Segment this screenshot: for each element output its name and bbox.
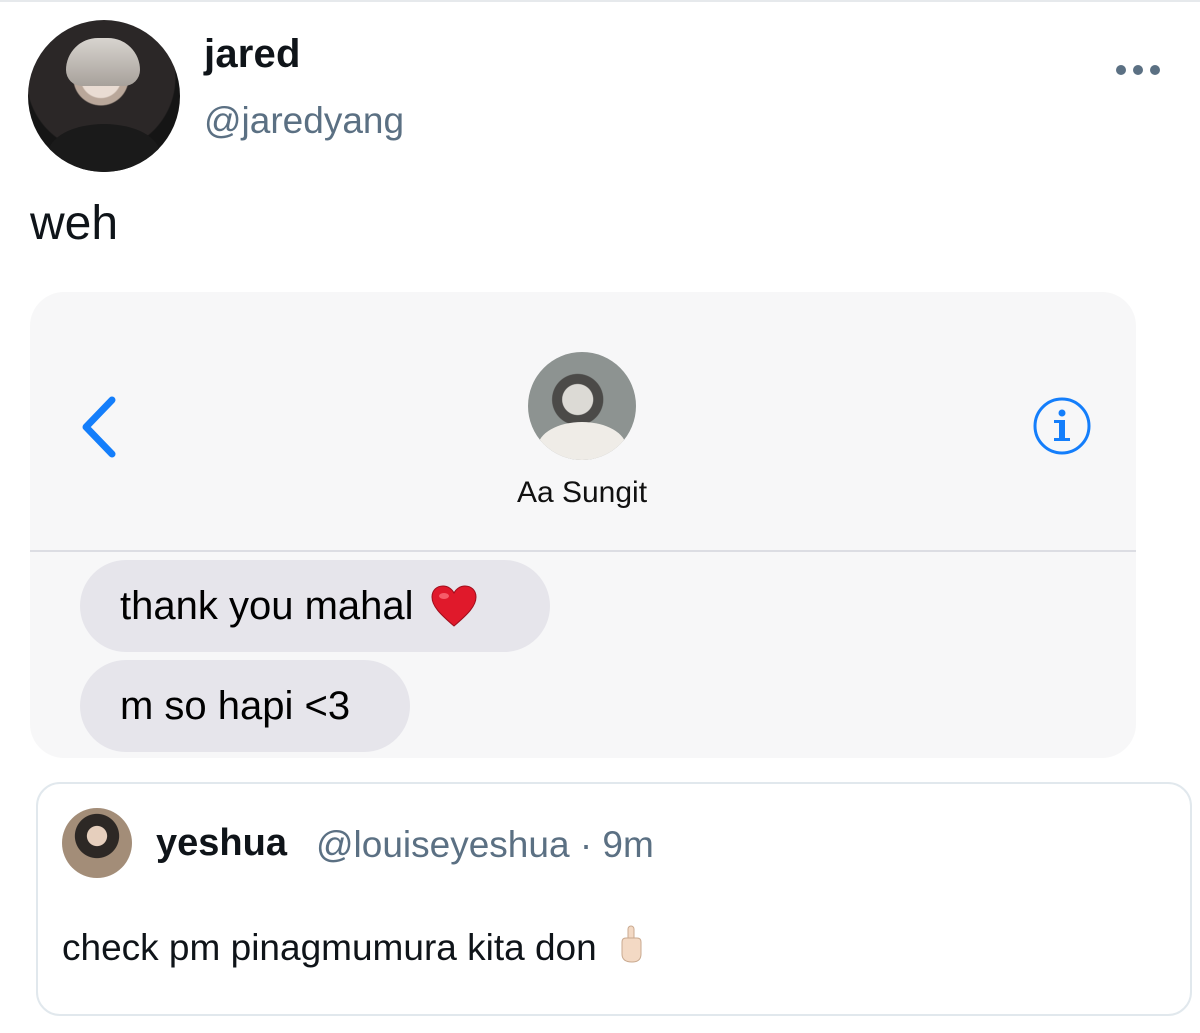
tweet-text: weh xyxy=(30,197,119,250)
more-horizontal-icon[interactable] xyxy=(1116,60,1160,80)
dot xyxy=(1133,65,1143,75)
author-handle[interactable]: @jaredyang xyxy=(204,100,404,142)
chevron-left-icon xyxy=(82,396,116,458)
quoted-author-avatar xyxy=(62,808,132,878)
message-text: m so hapi <3 xyxy=(120,683,351,728)
contact-avatar xyxy=(528,352,636,460)
info-icon xyxy=(1033,397,1091,455)
quoted-author-meta: @louiseyeshua · 9m xyxy=(316,824,654,865)
message-bubble: thank you mahal xyxy=(80,560,550,652)
avatar-shirt xyxy=(48,124,160,172)
message-text: thank you mahal xyxy=(120,583,414,628)
header-divider xyxy=(30,550,1136,552)
top-divider xyxy=(0,0,1200,2)
author-avatar[interactable] xyxy=(28,20,180,172)
middle-finger-icon xyxy=(621,925,642,963)
heart-icon xyxy=(431,585,477,627)
message-bubble: m so hapi <3 xyxy=(80,660,410,752)
quoted-tweet[interactable]: yeshua @louiseyeshua · 9m check pm pinag… xyxy=(36,782,1192,1016)
contact-name: Aa Sungit xyxy=(516,476,648,509)
quoted-text: check pm pinagmumura kita don xyxy=(62,927,597,968)
avatar-hair xyxy=(66,38,140,86)
contact-avatar-shirt xyxy=(538,422,626,460)
quoted-tweet-text: check pm pinagmumura kita don xyxy=(62,924,645,969)
dot xyxy=(1150,65,1160,75)
quoted-author-name: yeshua xyxy=(156,822,287,864)
dot xyxy=(1116,65,1126,75)
author-display-name[interactable]: jared xyxy=(204,32,301,77)
attached-image[interactable]: Aa Sungit thank you mahal m so hapi <3 xyxy=(30,292,1136,758)
